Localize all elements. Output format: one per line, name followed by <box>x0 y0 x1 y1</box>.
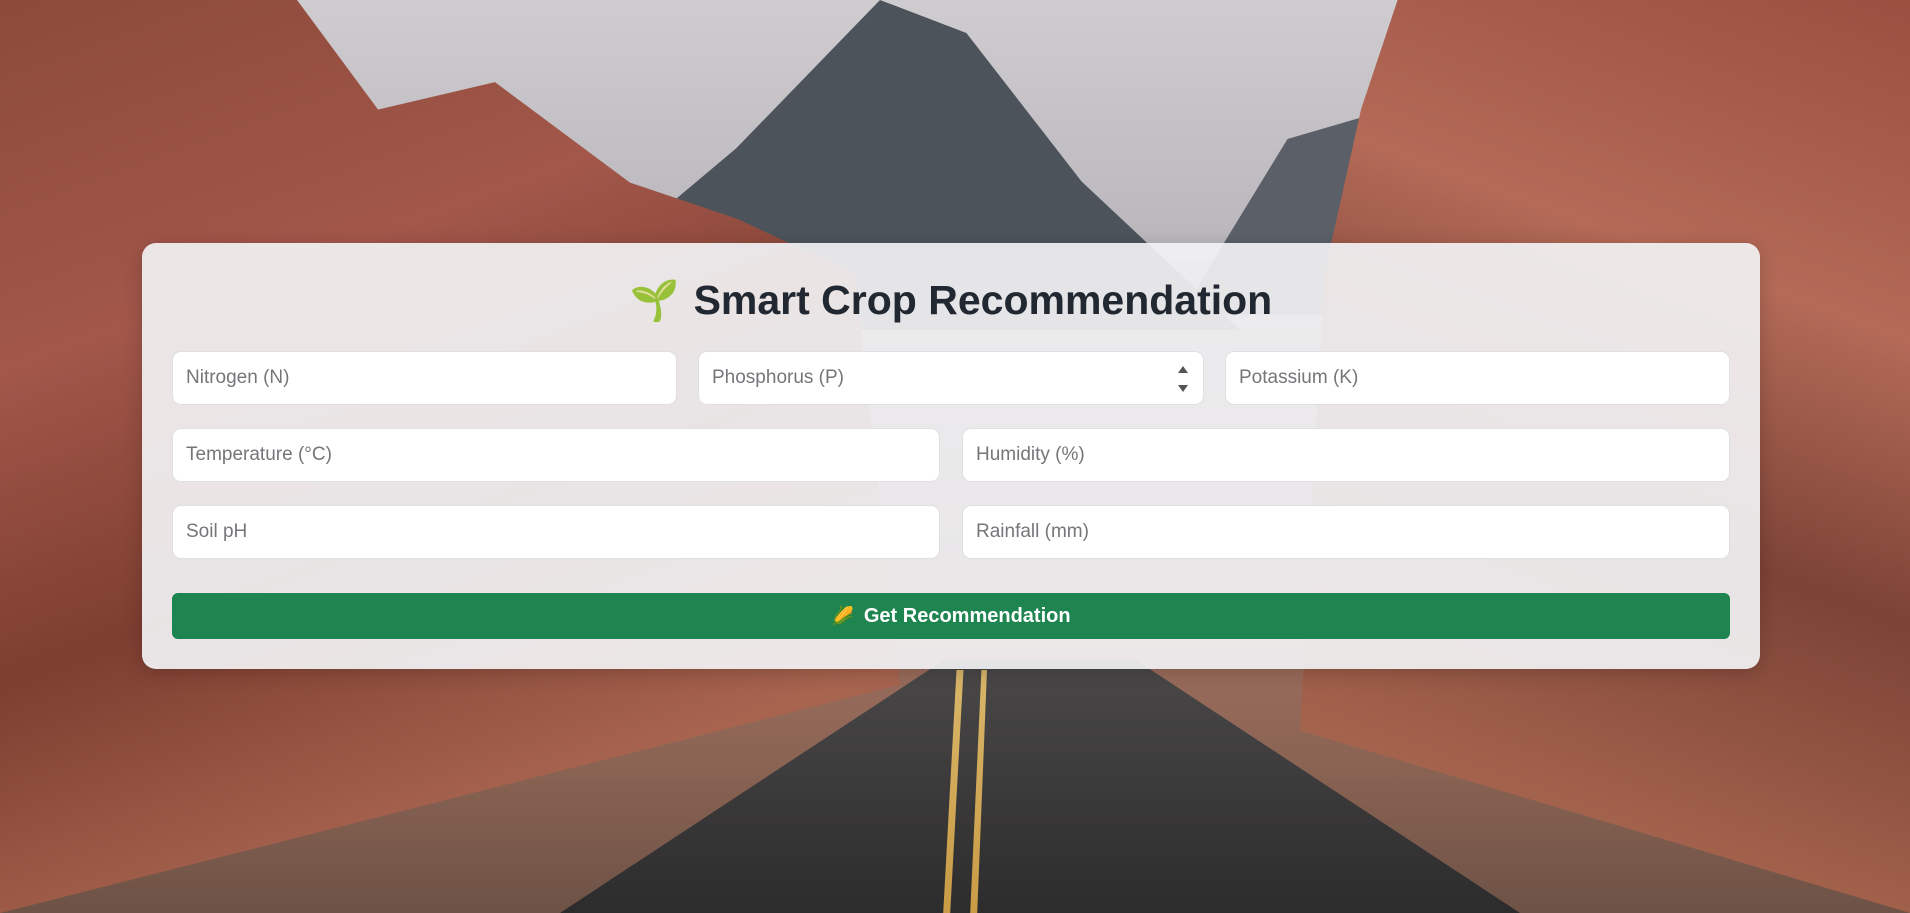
phosphorus-placeholder: Phosphorus (P) <box>712 367 845 388</box>
soil-ph-input[interactable]: Soil pH <box>172 505 940 559</box>
temperature-placeholder: Temperature (°C) <box>186 444 332 465</box>
seedling-icon: 🌱 <box>629 279 680 323</box>
get-recommendation-label: Get Recommendation <box>863 604 1071 627</box>
number-spinner[interactable] <box>1177 366 1189 392</box>
phosphorus-input[interactable]: Phosphorus (P) <box>698 351 1204 405</box>
recommendation-form-card: 🌱 Smart Crop Recommendation Nitrogen (N) … <box>142 243 1760 669</box>
humidity-placeholder: Humidity (%) <box>976 444 1085 465</box>
nitrogen-input[interactable]: Nitrogen (N) <box>172 351 677 405</box>
nitrogen-placeholder: Nitrogen (N) <box>186 367 290 388</box>
potassium-input[interactable]: Potassium (K) <box>1225 351 1730 405</box>
page-title-text: Smart Crop Recommendation <box>693 277 1273 323</box>
rainfall-input[interactable]: Rainfall (mm) <box>962 505 1730 559</box>
spinner-down-icon[interactable] <box>1178 385 1188 392</box>
humidity-input[interactable]: Humidity (%) <box>962 428 1730 482</box>
rainfall-placeholder: Rainfall (mm) <box>976 521 1089 542</box>
spinner-up-icon[interactable] <box>1178 366 1188 373</box>
temperature-input[interactable]: Temperature (°C) <box>172 428 940 482</box>
corn-icon: 🌽 <box>831 605 854 626</box>
page-title: 🌱 Smart Crop Recommendation <box>142 277 1760 324</box>
soil-ph-placeholder: Soil pH <box>186 521 248 542</box>
get-recommendation-button[interactable]: 🌽 Get Recommendation <box>172 593 1730 639</box>
potassium-placeholder: Potassium (K) <box>1239 367 1359 388</box>
